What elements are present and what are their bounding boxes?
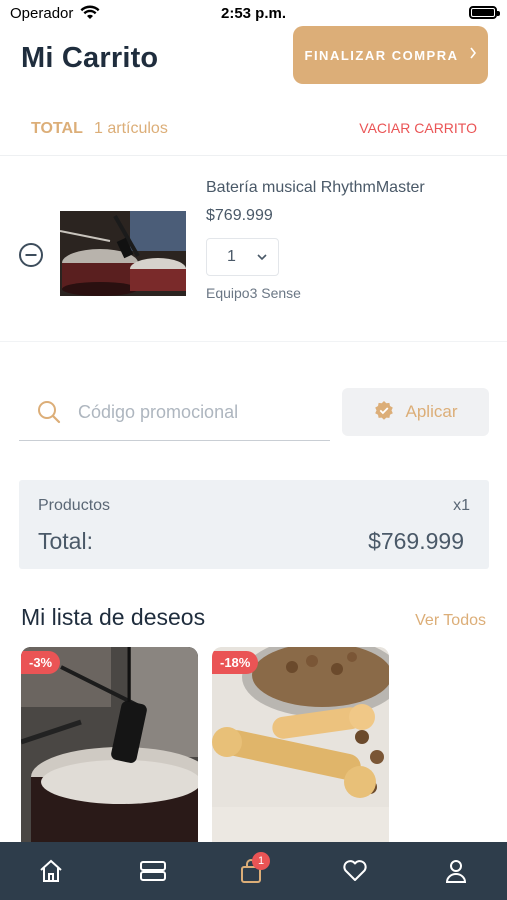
wishlist-title: Mi lista de deseos xyxy=(21,604,206,630)
promo-code-placeholder: Código promocional xyxy=(78,402,239,422)
item-count: 1 artículos xyxy=(94,120,168,137)
promo-code-input[interactable]: Código promocional xyxy=(19,384,330,441)
quantity-select[interactable]: 1 xyxy=(206,238,279,276)
heart-icon[interactable] xyxy=(340,856,370,886)
chevron-down-icon xyxy=(256,249,268,270)
view-all-link[interactable]: Ver Todos xyxy=(415,612,486,630)
wishlist-product-image xyxy=(212,647,389,843)
chevron-right-icon xyxy=(469,46,477,64)
search-icon xyxy=(37,400,61,429)
wishlist-item[interactable]: -18% xyxy=(212,647,389,843)
total-label: TOTAL xyxy=(31,120,83,137)
status-time: 2:53 p.m. xyxy=(220,5,287,22)
cart-total-bar: TOTAL 1 artículos VACIAR CARRITO xyxy=(0,110,507,156)
page-title: Mi Carrito xyxy=(21,42,159,74)
discount-badge: -18% xyxy=(212,651,259,674)
product-name[interactable]: Batería musical RhythmMaster xyxy=(206,179,425,197)
discount-badge: -3% xyxy=(21,651,61,674)
apply-promo-button[interactable]: Aplicar xyxy=(342,388,489,436)
user-icon[interactable] xyxy=(441,856,471,886)
remove-item-icon[interactable] xyxy=(18,242,44,273)
bottom-tab-bar: 1 xyxy=(0,842,507,900)
home-icon[interactable] xyxy=(36,856,66,886)
product-image[interactable] xyxy=(60,211,186,296)
product-vendor: Equipo3 Sense xyxy=(206,285,301,301)
order-summary: Productos x1 Total: $769.999 xyxy=(19,480,489,569)
battery-icon xyxy=(469,6,500,19)
products-count: x1 xyxy=(453,497,470,514)
checkout-button[interactable]: FINALIZAR COMPRA xyxy=(293,26,488,84)
cart-icon[interactable]: 1 xyxy=(236,852,270,886)
apply-button-label: Aplicar xyxy=(405,402,458,421)
total-value: $769.999 xyxy=(368,528,464,554)
cart-item: Batería musical RhythmMaster $769.999 1 … xyxy=(0,157,507,342)
wishlist-item[interactable]: -3% xyxy=(21,647,198,843)
verified-badge-icon xyxy=(374,400,394,425)
cart-count-badge: 1 xyxy=(252,852,270,870)
clear-cart-button[interactable]: VACIAR CARRITO xyxy=(359,120,477,136)
product-price: $769.999 xyxy=(206,207,273,224)
categories-icon[interactable] xyxy=(138,856,168,886)
total-label: Total: xyxy=(38,528,93,554)
products-label: Productos xyxy=(38,497,111,514)
wishlist-product-image xyxy=(21,647,198,843)
quantity-value: 1 xyxy=(227,248,236,265)
checkout-button-label: FINALIZAR COMPRA xyxy=(304,47,459,63)
status-bar: Operador 2:53 p.m. xyxy=(0,0,507,28)
